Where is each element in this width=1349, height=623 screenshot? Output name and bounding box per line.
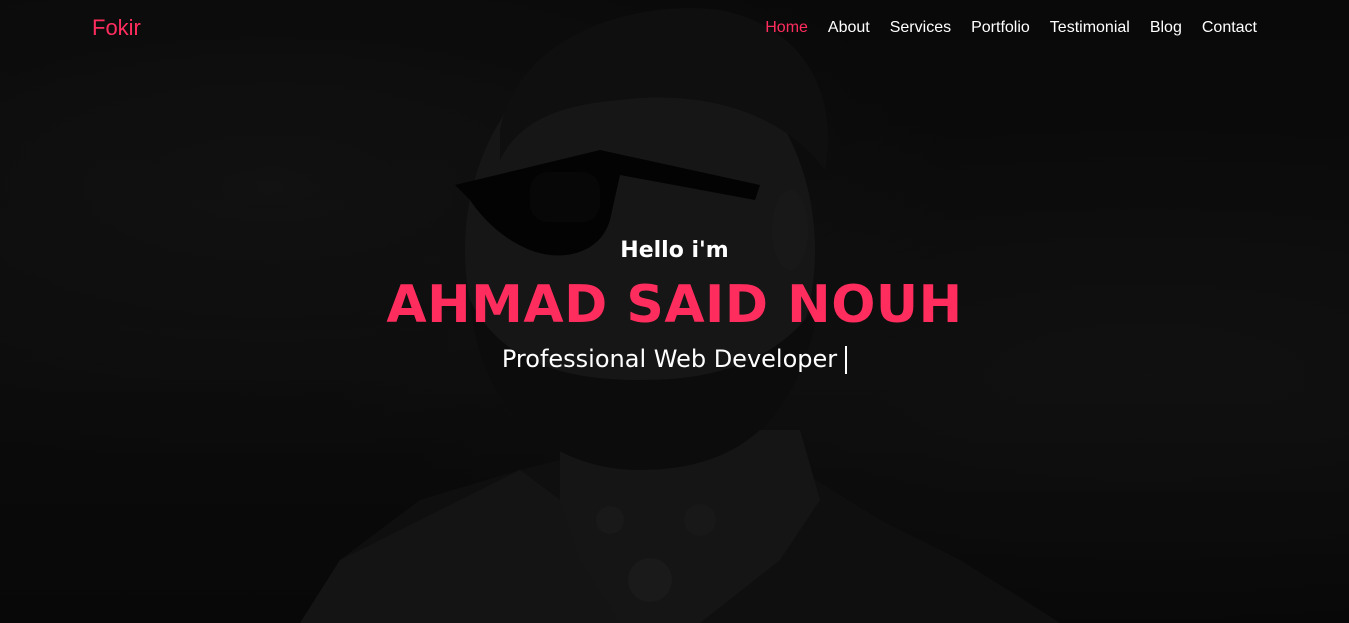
person-name: AHMAD SAID NOUH [386,275,963,335]
role-text: Professional Web Developer [501,345,838,373]
navbar: Fokir Home About Services Portfolio Test… [0,0,1349,60]
nav-item-testimonial[interactable]: Testimonial [1050,19,1130,37]
hero-section: Fokir Home About Services Portfolio Test… [0,0,1349,623]
nav-item-about[interactable]: About [828,19,870,37]
typing-cursor [845,346,848,374]
nav-item-home[interactable]: Home [765,19,808,37]
nav-item-services[interactable]: Services [890,19,951,37]
site-logo[interactable]: Fokir [92,15,141,41]
nav-item-blog[interactable]: Blog [1150,19,1182,37]
role-line: Professional Web Developer [0,345,1349,374]
greeting-text: Hello i'm [620,238,729,263]
nav-item-contact[interactable]: Contact [1202,19,1257,37]
main-nav: Home About Services Portfolio Testimonia… [765,19,1257,37]
nav-item-portfolio[interactable]: Portfolio [971,19,1030,37]
hero-intro: Hello i'm AHMAD SAID NOUH Professional W… [0,238,1349,374]
